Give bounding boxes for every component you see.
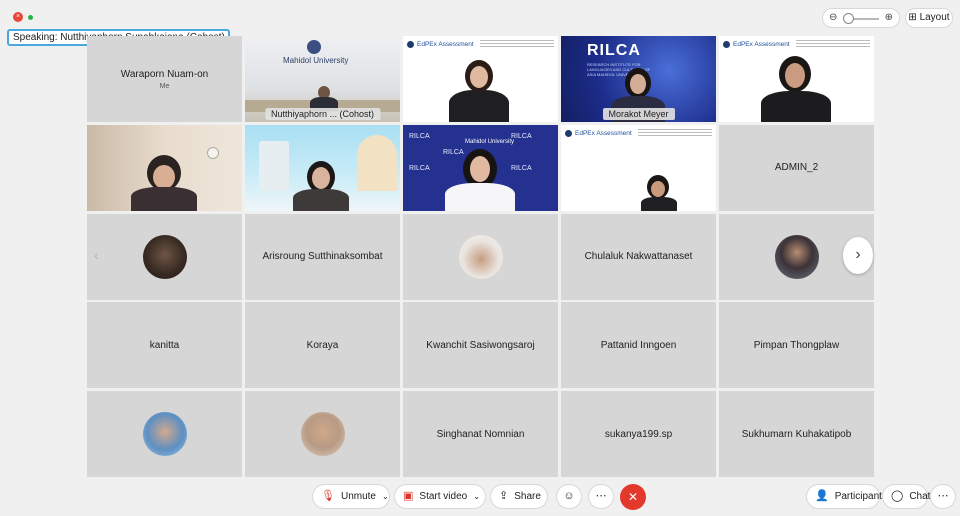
edpex-logo-text: EdPEx Assessment <box>733 41 790 48</box>
chat-button[interactable]: ◯ Chat <box>882 484 931 509</box>
tile-video-cohost[interactable]: Mahidol University Nutthiyaphorn ... (Co… <box>245 36 400 122</box>
participant-name: Singhanat Nomnian <box>436 428 525 440</box>
participant-avatar <box>458 234 503 279</box>
more-icon: ⋯ <box>595 490 607 502</box>
tile-video[interactable]: RILCA RILCA RILCA RILCA RILCA Mahidol Un… <box>403 124 558 211</box>
share-icon: ⇪ <box>499 490 509 502</box>
more-icon: ⋯ <box>937 490 949 502</box>
participant-name: Sukhumarn Kuhakatipob <box>741 428 852 440</box>
tile-video[interactable] <box>87 124 242 211</box>
wall-sign: Mahidol University <box>283 56 349 65</box>
participant-name: ADMIN_2 <box>774 162 819 174</box>
participant-name: Koraya <box>306 339 339 351</box>
unmute-label: Unmute <box>340 491 376 502</box>
video-feed: EdPEx Assessment <box>719 36 874 122</box>
participant-grid: Waraporn Nuam-on Me Mahidol University N… <box>87 36 874 477</box>
participant-name: Pattanid Inngoen <box>600 339 677 351</box>
zoom-out-icon[interactable]: ⊖ <box>829 12 837 23</box>
share-button[interactable]: ⇪ Share <box>490 484 548 509</box>
tile-participant[interactable]: ADMIN_2 <box>719 124 874 211</box>
tile-participant[interactable]: Pattanid Inngoen <box>561 302 716 389</box>
video-feed <box>245 124 400 211</box>
tile-video[interactable]: EdPEx Assessment <box>403 36 558 122</box>
zoom-in-icon[interactable]: ⊕ <box>885 12 893 23</box>
tile-participant[interactable]: Chulaluk Nakwattanaset <box>561 213 716 300</box>
tile-participant[interactable]: Pimpan Thongplaw <box>719 302 874 389</box>
chevron-left-icon[interactable]: ‹ <box>94 247 99 263</box>
participant-avatar <box>300 412 345 456</box>
close-icon: ✕ <box>627 490 639 504</box>
wall-clock-icon <box>207 146 219 159</box>
chevron-right-icon[interactable]: › <box>843 237 873 274</box>
tile-self[interactable]: Waraporn Nuam-on Me <box>87 36 242 122</box>
tile-participant[interactable]: Kwanchit Sasiwongsaroj <box>403 302 558 389</box>
video-feed: EdPEx Assessment <box>403 36 558 122</box>
participant-name: Kwanchit Sasiwongsaroj <box>426 339 535 351</box>
connection-status-icon <box>28 15 33 20</box>
zoom-slider[interactable]: ⊖ ⊕ <box>822 8 900 28</box>
video-feed: EdPEx Assessment <box>561 125 716 211</box>
tile-participant[interactable]: Sukhumarn Kuhakatipob <box>719 391 874 477</box>
tile-participant[interactable]: sukanya199.sp <box>561 391 716 477</box>
edpex-logo-icon <box>565 129 572 137</box>
edpex-logo-text: EdPEx Assessment <box>575 129 632 137</box>
more-panels-button[interactable]: ⋯ <box>930 484 956 509</box>
layout-grid-icon: ⊞ <box>908 12 917 23</box>
participant-name: Chulaluk Nakwattanaset <box>584 251 693 262</box>
participant-label: Morakot Meyer <box>602 108 675 120</box>
chat-bubble-icon: ◯ <box>891 490 904 502</box>
reactions-button[interactable]: ☺ <box>556 484 582 509</box>
tile-participant[interactable]: Arisroung Sutthinaksombat <box>245 213 400 300</box>
edpex-logo-text: EdPEx Assessment <box>417 41 474 48</box>
leave-meeting-button[interactable]: ✕ <box>620 484 646 510</box>
chevron-down-icon[interactable]: ⌄ <box>473 485 480 508</box>
person-icon: 👤 <box>815 490 829 502</box>
participant-name: Waraporn Nuam-on <box>120 68 209 80</box>
wall-sign: Mahidol University <box>465 138 515 145</box>
edpex-logo-icon <box>407 41 414 48</box>
rilca-banner: RILCA <box>587 42 641 59</box>
participant-avatar <box>142 234 187 279</box>
tile-video-morakot[interactable]: RILCA RESEARCH INSTITUTE FOR LANGUAGES A… <box>561 36 716 122</box>
tile-video[interactable]: EdPEx Assessment <box>561 124 716 211</box>
mic-muted-icon: 🎙 <box>321 490 335 502</box>
video-feed <box>87 124 242 211</box>
participant-name: sukanya199.sp <box>604 428 673 440</box>
tile-participant-avatar[interactable] <box>403 213 558 300</box>
participants-button[interactable]: 👤 Participants <box>806 484 887 509</box>
close-window-icon[interactable]: × <box>13 12 23 22</box>
rilca-banner: RILCA <box>443 148 464 156</box>
layout-button[interactable]: ⊞ Layout <box>905 8 953 28</box>
chevron-down-icon[interactable]: ⌄ <box>382 485 389 508</box>
tile-participant-avatar[interactable] <box>87 391 242 477</box>
video-feed: RILCA RILCA RILCA RILCA RILCA Mahidol Un… <box>403 124 558 211</box>
participant-avatar <box>142 412 187 456</box>
tile-participant[interactable]: Singhanat Nomnian <box>403 391 558 477</box>
participant-avatar <box>774 234 819 279</box>
participant-name: Arisroung Sutthinaksombat <box>262 251 383 262</box>
start-video-label: Start video <box>419 491 468 502</box>
layout-label: Layout <box>919 12 950 23</box>
participant-name: Pimpan Thongplaw <box>753 339 840 351</box>
tile-participant-avatar[interactable] <box>245 391 400 477</box>
tile-participant-avatar[interactable] <box>87 213 242 300</box>
participant-label: Nutthiyaphorn ... (Cohost) <box>264 108 381 120</box>
participant-name: kanitta <box>149 339 180 351</box>
video-off-icon: ▣ <box>403 490 414 502</box>
tile-video[interactable]: EdPEx Assessment <box>719 36 874 122</box>
tile-video[interactable] <box>245 124 400 211</box>
tile-participant[interactable]: kanitta <box>87 302 242 389</box>
self-indicator: Me <box>159 82 170 90</box>
share-label: Share <box>514 491 541 502</box>
emoji-icon: ☺ <box>563 490 575 502</box>
tile-participant[interactable]: Koraya <box>245 302 400 389</box>
unmute-button[interactable]: 🎙 Unmute ⌄ <box>312 484 390 509</box>
participants-label: Participants <box>834 491 887 502</box>
start-video-button[interactable]: ▣ Start video ⌄ <box>394 484 486 509</box>
chat-label: Chat <box>909 491 931 502</box>
more-options-button[interactable]: ⋯ <box>588 484 614 509</box>
university-seal-icon <box>307 40 321 54</box>
edpex-logo-icon <box>723 41 730 48</box>
zoom-knob[interactable] <box>843 13 854 24</box>
